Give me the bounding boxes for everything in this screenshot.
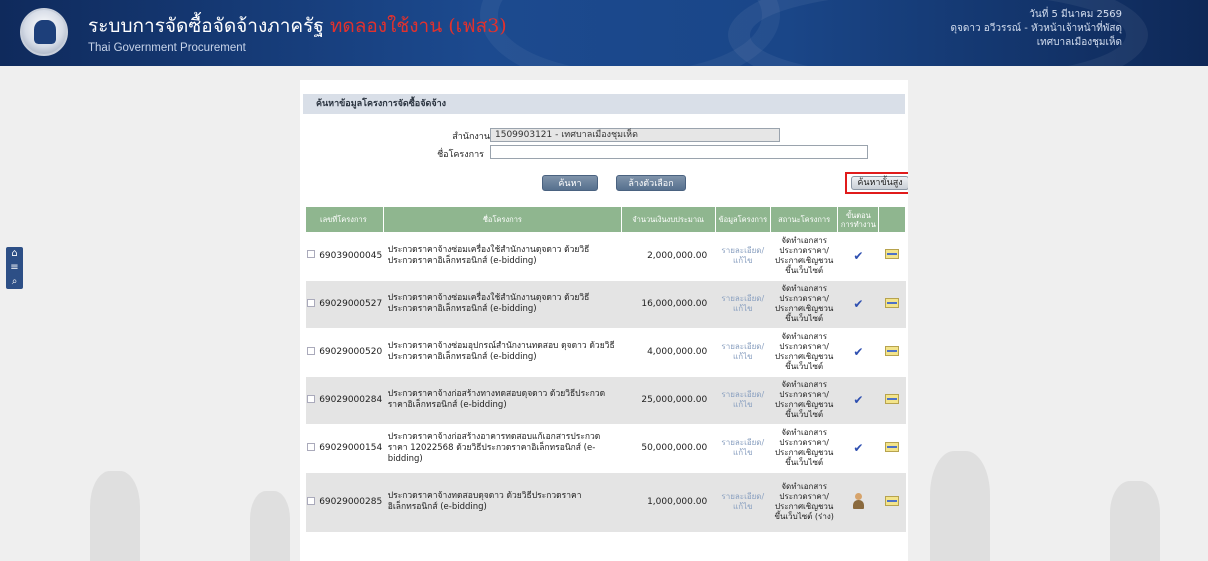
- agency-label: สำนักงาน: [452, 132, 490, 142]
- table-row: 69029000527 ประกวดราคาจ้างซ่อมเครื่องใช้ส…: [306, 280, 906, 329]
- check-icon[interactable]: ✔: [853, 297, 863, 311]
- project-number: 69029000285: [315, 472, 384, 533]
- home-icon[interactable]: ⌂: [6, 247, 23, 261]
- project-status: จัดทำเอกสารประกวดราคา/ประกาศเชิญชวนขึ้นเ…: [770, 328, 838, 377]
- user-info: วันที่ 5 มีนาคม 2569 ดุจดาว อวีวรรณ์ - ห…: [951, 8, 1122, 50]
- col-header-step: ขั้นตอนการทำงาน: [837, 207, 880, 232]
- project-status: จัดทำเอกสารประกวดราคา/ประกาศเชิญชวนขึ้นเ…: [770, 424, 838, 473]
- header-pattern: [480, 0, 780, 66]
- col-header-info: ข้อมูลโครงการ: [715, 207, 771, 232]
- project-number: 69029000520: [315, 328, 384, 377]
- row-checkbox[interactable]: [306, 394, 315, 403]
- current-date: วันที่ 5 มีนาคม 2569: [1029, 9, 1122, 20]
- project-amount: 4,000,000.00: [621, 328, 716, 377]
- document-icon[interactable]: [885, 393, 900, 404]
- table-row: 69039000045 ประกวดราคาจ้างซ่อมเครื่องใช้ส…: [306, 232, 906, 281]
- document-icon[interactable]: [885, 495, 900, 506]
- col-header-name: ชื่อโครงการ: [383, 207, 622, 232]
- table-row: 69029000284 ประกวดราคาจ้างก่อสร้างทางทดสอ…: [306, 376, 906, 425]
- search-button[interactable]: ค้นหา: [542, 175, 598, 191]
- project-name: ประกวดราคาจ้างทดสอบดุจดาว ด้วยวิธีประกวด…: [383, 472, 622, 533]
- search-panel: ค้นหาข้อมูลโครงการจัดซื้อจัดจ้าง สำนักงา…: [300, 80, 908, 561]
- project-name: ประกวดราคาจ้างก่อสร้างอาคารทดสอบแก้เอกสา…: [383, 424, 622, 473]
- detail-edit-link[interactable]: รายละเอียด/แก้ไข: [715, 280, 771, 329]
- row-checkbox[interactable]: [306, 298, 315, 307]
- search-icon[interactable]: ⌕: [6, 275, 23, 289]
- app-title-test: ทดลองใช้งาน (เฟส3): [329, 15, 507, 37]
- menu-icon[interactable]: ≡: [6, 261, 23, 275]
- project-amount: 2,000,000.00: [621, 232, 716, 281]
- table-row: 69029000520 ประกวดราคาจ้างซ่อมอุปกรณ์สำนั…: [306, 328, 906, 377]
- check-icon[interactable]: ✔: [853, 249, 863, 263]
- project-number: 69029000154: [315, 424, 384, 473]
- clear-button[interactable]: ล้างตัวเลือก: [616, 175, 686, 191]
- col-header-status: สถานะโครงการ: [770, 207, 839, 232]
- person-icon[interactable]: [852, 492, 865, 509]
- background-decoration: [930, 451, 990, 561]
- project-name: ประกวดราคาจ้างซ่อมเครื่องใช้สำนักงานดุจด…: [383, 232, 622, 281]
- table-row: 69029000285 ประกวดราคาจ้างทดสอบดุจดาว ด้ว…: [306, 472, 906, 533]
- agency-field: 1509903121 - เทศบาลเมืองชุมเห็ด: [490, 128, 780, 142]
- row-checkbox[interactable]: [306, 250, 315, 259]
- row-checkbox[interactable]: [306, 442, 315, 451]
- col-header-amount: จำนวนเงินงบประมาณ: [621, 207, 716, 232]
- check-icon[interactable]: ✔: [853, 345, 863, 359]
- project-amount: 25,000,000.00: [621, 376, 716, 425]
- project-amount: 50,000,000.00: [621, 424, 716, 473]
- panel-title: ค้นหาข้อมูลโครงการจัดซื้อจัดจ้าง: [303, 94, 905, 114]
- detail-edit-link[interactable]: รายละเอียด/แก้ไข: [715, 376, 771, 425]
- project-status: จัดทำเอกสารประกวดราคา/ประกาศเชิญชวนขึ้นเ…: [770, 472, 838, 533]
- advanced-search-highlight: ค้นหาขั้นสูง: [845, 172, 908, 194]
- garuda-logo-icon[interactable]: [20, 8, 68, 56]
- check-icon[interactable]: ✔: [853, 441, 863, 455]
- document-icon[interactable]: [885, 345, 900, 356]
- document-icon[interactable]: [885, 297, 900, 308]
- project-name: ประกวดราคาจ้างซ่อมเครื่องใช้สำนักงานดุจด…: [383, 280, 622, 329]
- user-org: เทศบาลเมืองชุมเห็ด: [1036, 37, 1122, 48]
- col-header-no: เลขที่โครงการ: [306, 207, 385, 232]
- document-icon[interactable]: [885, 441, 900, 452]
- detail-edit-link[interactable]: รายละเอียด/แก้ไข: [715, 328, 771, 377]
- project-table: เลขที่โครงการ ชื่อโครงการ จำนวนเงินงบประ…: [306, 207, 906, 533]
- project-amount: 16,000,000.00: [621, 280, 716, 329]
- app-title-main: ระบบการจัดซื้อจัดจ้างภาครัฐ: [88, 15, 324, 37]
- project-number: 69039000045: [315, 232, 384, 281]
- project-number: 69029000527: [315, 280, 384, 329]
- project-status: จัดทำเอกสารประกวดราคา/ประกาศเชิญชวนขึ้นเ…: [770, 232, 838, 281]
- advanced-search-button[interactable]: ค้นหาขั้นสูง: [851, 176, 908, 190]
- user-name: ดุจดาว อวีวรรณ์ - หัวหน้าเจ้าหน้าที่พัสด…: [950, 23, 1122, 34]
- project-name-field[interactable]: [490, 145, 868, 159]
- project-name-label: ชื่อโครงการ: [437, 150, 484, 160]
- background-decoration: [250, 491, 290, 561]
- app-subtitle: Thai Government Procurement: [88, 42, 246, 54]
- detail-edit-link[interactable]: รายละเอียด/แก้ไข: [715, 472, 771, 533]
- row-checkbox[interactable]: [306, 346, 315, 355]
- col-header-doc: [878, 207, 906, 232]
- row-checkbox[interactable]: [306, 496, 315, 505]
- project-status: จัดทำเอกสารประกวดราคา/ประกาศเชิญชวนขึ้นเ…: [770, 280, 838, 329]
- project-name: ประกวดราคาจ้างซ่อมอุปกรณ์สำนักงานทดสอบ ด…: [383, 328, 622, 377]
- side-toolbar: ⌂ ≡ ⌕: [6, 247, 23, 289]
- check-icon[interactable]: ✔: [853, 393, 863, 407]
- app-title: ระบบการจัดซื้อจัดจ้างภาครัฐ ทดลองใช้งาน …: [88, 11, 507, 41]
- project-name: ประกวดราคาจ้างก่อสร้างทางทดสอบดุจดาว ด้ว…: [383, 376, 622, 425]
- project-status: จัดทำเอกสารประกวดราคา/ประกาศเชิญชวนขึ้นเ…: [770, 376, 838, 425]
- background-decoration: [90, 471, 140, 561]
- project-number: 69029000284: [315, 376, 384, 425]
- project-amount: 1,000,000.00: [621, 472, 716, 533]
- background-decoration: [1110, 481, 1160, 561]
- document-icon[interactable]: [885, 249, 900, 260]
- detail-edit-link[interactable]: รายละเอียด/แก้ไข: [715, 424, 771, 473]
- table-row: 69029000154 ประกวดราคาจ้างก่อสร้างอาคารทด…: [306, 424, 906, 473]
- app-header: ระบบการจัดซื้อจัดจ้างภาครัฐ ทดลองใช้งาน …: [0, 0, 1208, 66]
- detail-edit-link[interactable]: รายละเอียด/แก้ไข: [715, 232, 771, 281]
